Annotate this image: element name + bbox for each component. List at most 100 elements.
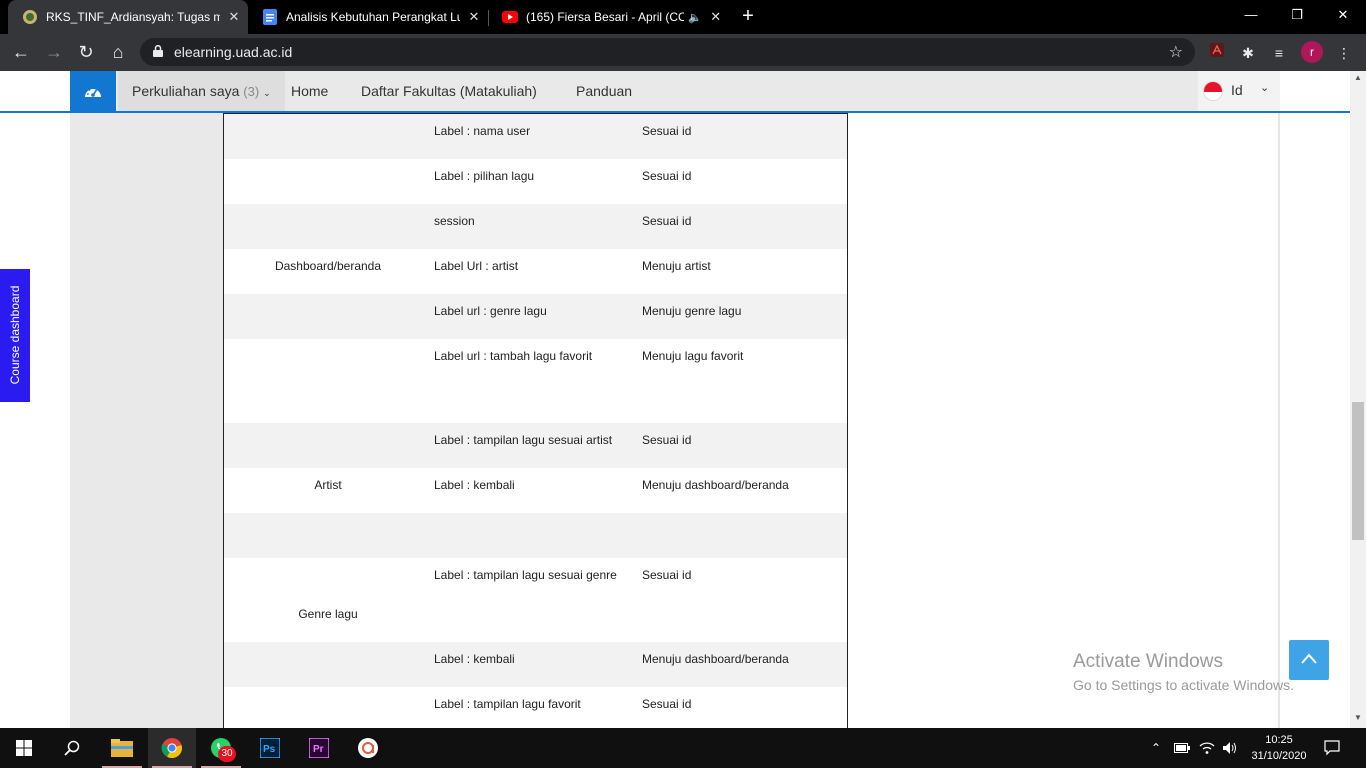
extensions-puzzle-icon[interactable]: ✱ [1237, 42, 1259, 64]
clock-time: 10:25 [1265, 734, 1293, 746]
table-row: Label : pilihan lagu Sesuai id [224, 159, 847, 204]
file-explorer-icon[interactable] [98, 728, 146, 768]
chrome-icon[interactable] [148, 728, 196, 768]
nav-panduan[interactable]: Panduan [576, 71, 632, 111]
premiere-icon[interactable]: Pr [295, 728, 343, 768]
new-tab-button[interactable]: + [736, 4, 760, 30]
course-dashboard-tab[interactable]: Course dashboard [0, 269, 30, 402]
watermark-subtitle: Go to Settings to activate Windows. [1073, 677, 1294, 693]
nav-daftar-fakultas[interactable]: Daftar Fakultas (Matakuliah) [361, 71, 537, 111]
course-count: (3) [243, 84, 260, 99]
svg-text:Pr: Pr [313, 744, 324, 755]
close-icon[interactable]: ✕ [702, 9, 730, 25]
scrollbar-thumb[interactable] [1352, 402, 1364, 540]
bookmark-star-icon[interactable]: ☆ [1169, 42, 1183, 62]
app-icon[interactable] [344, 728, 392, 768]
forward-button[interactable]: → [41, 40, 67, 66]
tab-title: Analisis Kebutuhan Perangkat Lu [286, 10, 460, 24]
system-clock[interactable]: 10:25 31/10/2020 [1246, 732, 1312, 764]
element-cell: Label : kembali [434, 478, 515, 492]
battery-icon[interactable] [1174, 728, 1190, 768]
result-cell: Sesuai id [642, 169, 692, 183]
element-cell: Label : nama user [434, 124, 531, 138]
tab-rks[interactable]: RKS_TINF_Ardiansyah: Tugas mer ✕ [8, 0, 248, 34]
tab-analisis[interactable]: Analisis Kebutuhan Perangkat Lu ✕ [248, 0, 488, 34]
dashboard-speedometer-icon[interactable] [70, 71, 116, 111]
photoshop-icon[interactable]: Ps [246, 728, 294, 768]
indonesia-flag-icon [1203, 81, 1223, 101]
back-to-top-button[interactable] [1289, 640, 1329, 680]
document-table: Label : nama user Sesuai id Label : pili… [223, 113, 848, 728]
close-icon[interactable]: ✕ [460, 9, 488, 25]
result-cell: Sesuai id [642, 124, 692, 138]
start-icon[interactable] [0, 728, 48, 768]
result-cell: Sesuai id [642, 568, 692, 582]
profile-avatar[interactable]: r [1301, 41, 1323, 63]
page-scrollbar[interactable]: ▲ ▼ [1350, 71, 1366, 728]
youtube-icon [502, 9, 518, 25]
minimize-button[interactable]: — [1228, 0, 1274, 32]
table-row [224, 513, 847, 558]
chevron-down-icon: ⌄ [263, 88, 271, 98]
tab-youtube[interactable]: (165) Fiersa Besari - April (CO 🔈 ✕ [488, 0, 728, 34]
table-row: Artist Label : kembali Menuju dashboard/… [224, 468, 847, 513]
nav-home[interactable]: Home [291, 71, 328, 111]
nav-label: Perkuliahan saya [132, 83, 240, 99]
menu-kebab-icon[interactable]: ⋮ [1333, 42, 1355, 64]
windows-taskbar: 30 Ps Pr ⌃ 10:25 31/10/2020 [0, 728, 1366, 768]
table-row: session Sesuai id [224, 204, 847, 249]
element-cell: Label : tampilan lagu favorit [434, 697, 581, 711]
table-row: Label : tampilan lagu sesuai artist Sesu… [224, 423, 847, 468]
notification-badge: 30 [218, 746, 236, 762]
table-row: Label : tampilan lagu favorit Sesuai id [224, 687, 847, 728]
page-cell: Artist [314, 478, 342, 492]
language-code: Id [1231, 82, 1243, 98]
result-cell: Menuju dashboard/beranda [642, 652, 789, 666]
restore-button[interactable]: ❐ [1274, 0, 1320, 32]
pdf-extension-icon[interactable] [1206, 42, 1228, 64]
table-row: Genre lagu Label : tampilan lagu sesuai … [224, 558, 847, 642]
activate-windows-watermark: Activate Windows Go to Settings to activ… [1073, 651, 1294, 693]
notification-center-icon[interactable] [1324, 728, 1340, 768]
url-text: elearning.uad.ac.id [174, 44, 293, 60]
scroll-down-arrow-icon[interactable]: ▼ [1350, 713, 1366, 722]
result-cell: Menuju lagu favorit [642, 349, 744, 363]
element-cell: Label : tampilan lagu sesuai artist [434, 433, 613, 447]
element-cell: Label : pilihan lagu [434, 169, 535, 183]
nav-perkuliahan-saya[interactable]: Perkuliahan saya (3) ⌄ [118, 71, 285, 111]
scroll-up-arrow-icon[interactable]: ▲ [1350, 73, 1366, 82]
wifi-icon[interactable] [1199, 728, 1215, 768]
course-dashboard-label: Course dashboard [8, 285, 22, 385]
tray-overflow-icon[interactable]: ⌃ [1151, 728, 1161, 768]
result-cell: Menuju dashboard/beranda [642, 478, 789, 492]
reload-button[interactable]: ↻ [73, 40, 99, 66]
chevron-down-icon: ⌄ [1260, 82, 1270, 94]
chevron-up-icon [1301, 653, 1317, 664]
table-row: Label : kembali Menuju dashboard/beranda [224, 642, 847, 687]
speaker-icon[interactable]: 🔈 [688, 11, 702, 24]
page-viewport: Perkuliahan saya (3) ⌄ Home Daftar Fakul… [0, 71, 1350, 728]
result-cell: Sesuai id [642, 697, 692, 711]
page-cell: Dashboard/beranda [274, 259, 382, 273]
close-window-button[interactable]: ✕ [1320, 0, 1366, 32]
uad-logo-icon [22, 9, 38, 25]
element-cell: session [434, 214, 475, 228]
element-cell: Label : tampilan lagu sesuai genre [434, 568, 617, 582]
table-row: Label : nama user Sesuai id [224, 114, 847, 159]
language-selector[interactable]: Id ⌄ [1198, 71, 1280, 111]
media-control-icon[interactable]: ≡ [1268, 42, 1290, 64]
search-icon[interactable] [48, 728, 96, 768]
result-cell: Sesuai id [642, 214, 692, 228]
tab-title: (165) Fiersa Besari - April (CO [526, 10, 684, 24]
address-bar[interactable]: elearning.uad.ac.id ☆ [140, 38, 1195, 66]
svg-text:Ps: Ps [263, 744, 276, 755]
result-cell: Menuju artist [642, 259, 711, 273]
close-icon[interactable]: ✕ [220, 9, 248, 25]
toolbar: ← → ↻ ⌂ elearning.uad.ac.id ☆ ✱ ≡ r ⋮ [0, 34, 1366, 71]
lock-icon [153, 45, 163, 57]
home-button[interactable]: ⌂ [105, 40, 131, 66]
tab-strip: RKS_TINF_Ardiansyah: Tugas mer ✕ Analisi… [0, 0, 1366, 34]
content-divider [1278, 113, 1280, 728]
volume-icon[interactable] [1222, 728, 1238, 768]
back-button[interactable]: ← [8, 40, 34, 66]
